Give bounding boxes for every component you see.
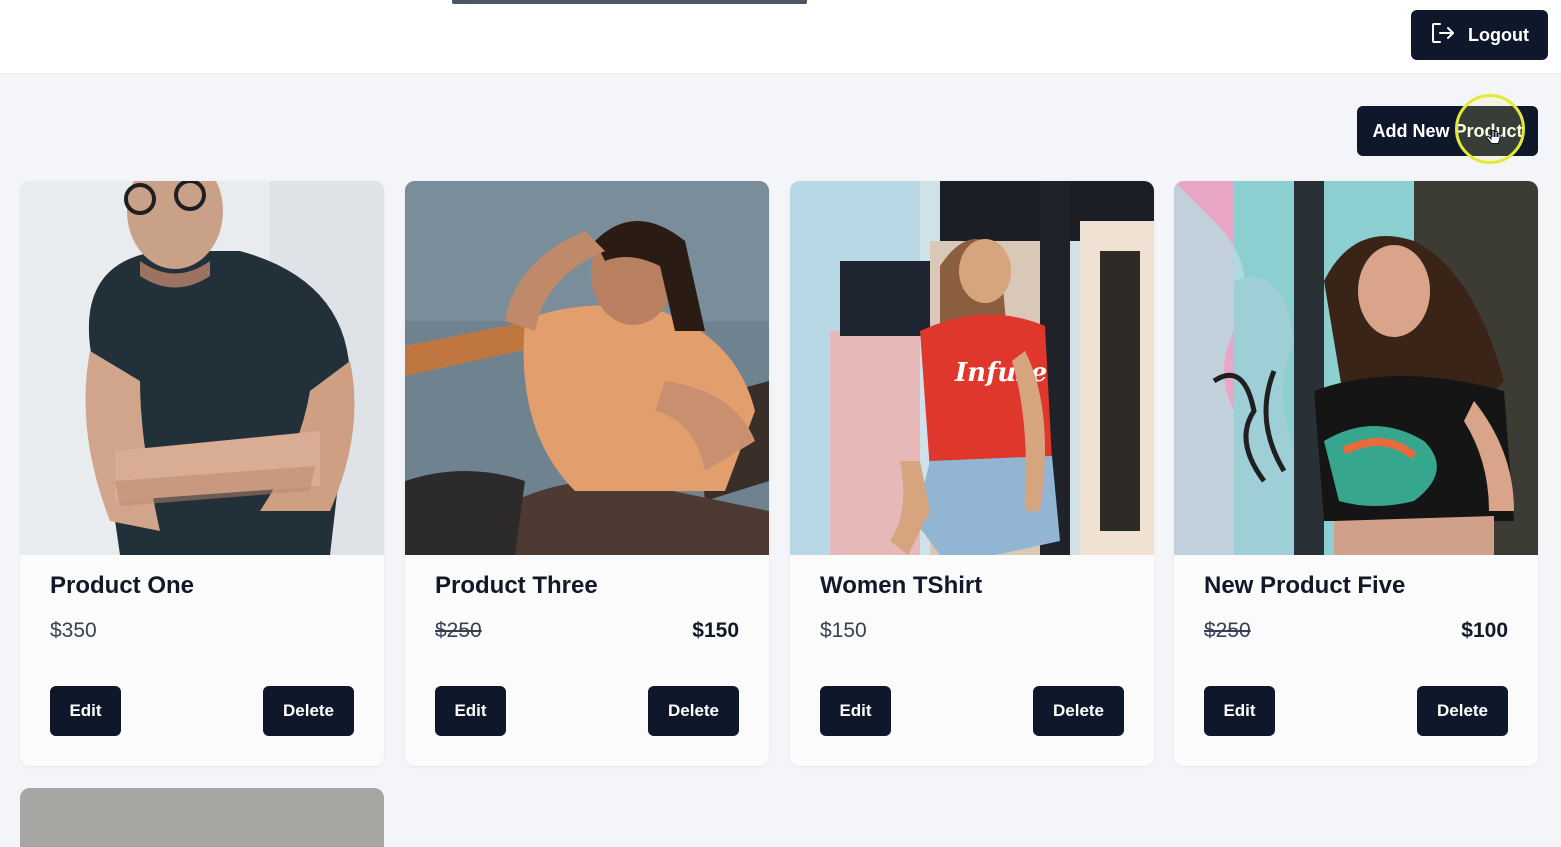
product-price: $150	[820, 619, 867, 642]
product-image	[1174, 181, 1538, 555]
sale-price: $100	[1461, 619, 1508, 642]
price-row: $150	[820, 618, 1124, 644]
top-bar: Logout	[0, 0, 1561, 74]
product-title: Women TShirt	[820, 572, 983, 599]
logout-label: Logout	[1468, 24, 1529, 45]
product-card: Product Three $250 $150 Edit Delete	[405, 181, 769, 766]
product-image: Infuse	[790, 181, 1154, 555]
edit-button[interactable]: Edit	[1204, 686, 1275, 736]
delete-button[interactable]: Delete	[263, 686, 354, 736]
sale-price: $150	[692, 619, 739, 642]
product-card: New Product Five $250 $100 Edit Delete	[1174, 181, 1538, 766]
product-image	[20, 181, 384, 555]
original-price: $250	[1204, 619, 1251, 642]
edit-button[interactable]: Edit	[820, 686, 891, 736]
add-new-product-button[interactable]: Add New Product	[1357, 106, 1538, 156]
original-price: $250	[435, 619, 482, 642]
price-row: $350	[50, 618, 354, 644]
product-title: New Product Five	[1204, 572, 1406, 599]
product-card: Product One $350 Edit Delete	[20, 181, 384, 766]
tab-indicator	[452, 0, 807, 4]
product-price: $350	[50, 619, 97, 642]
product-image	[405, 181, 769, 555]
price-row: $250 $150	[435, 618, 739, 644]
logout-icon	[1430, 21, 1456, 50]
product-card: Infuse Women TShirt $150 Edit Delete	[790, 181, 1154, 766]
product-card-partial	[20, 788, 384, 847]
product-title: Product Three	[435, 572, 598, 599]
delete-button[interactable]: Delete	[1417, 686, 1508, 736]
edit-button[interactable]: Edit	[435, 686, 506, 736]
delete-button[interactable]: Delete	[1033, 686, 1124, 736]
product-title: Product One	[50, 572, 195, 599]
edit-button[interactable]: Edit	[50, 686, 121, 736]
delete-button[interactable]: Delete	[648, 686, 739, 736]
price-row: $250 $100	[1204, 618, 1508, 644]
logout-button[interactable]: Logout	[1411, 10, 1548, 60]
